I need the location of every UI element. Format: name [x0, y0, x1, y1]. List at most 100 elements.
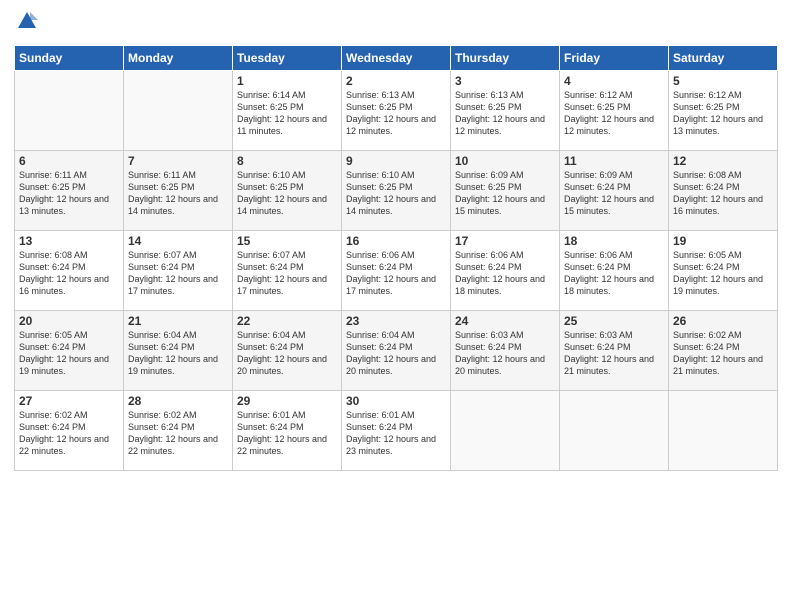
- day-info: Sunrise: 6:07 AM Sunset: 6:24 PM Dayligh…: [237, 249, 337, 298]
- col-header-sunday: Sunday: [15, 46, 124, 71]
- calendar-week-row: 27Sunrise: 6:02 AM Sunset: 6:24 PM Dayli…: [15, 391, 778, 471]
- day-info: Sunrise: 6:09 AM Sunset: 6:24 PM Dayligh…: [564, 169, 664, 218]
- day-info: Sunrise: 6:04 AM Sunset: 6:24 PM Dayligh…: [128, 329, 228, 378]
- calendar-table: SundayMondayTuesdayWednesdayThursdayFrid…: [14, 45, 778, 471]
- day-number: 4: [564, 74, 664, 88]
- day-number: 14: [128, 234, 228, 248]
- calendar-cell: 15Sunrise: 6:07 AM Sunset: 6:24 PM Dayli…: [233, 231, 342, 311]
- day-number: 19: [673, 234, 773, 248]
- day-info: Sunrise: 6:12 AM Sunset: 6:25 PM Dayligh…: [673, 89, 773, 138]
- calendar-cell: 17Sunrise: 6:06 AM Sunset: 6:24 PM Dayli…: [451, 231, 560, 311]
- calendar-cell: 22Sunrise: 6:04 AM Sunset: 6:24 PM Dayli…: [233, 311, 342, 391]
- day-info: Sunrise: 6:10 AM Sunset: 6:25 PM Dayligh…: [346, 169, 446, 218]
- calendar-cell: 16Sunrise: 6:06 AM Sunset: 6:24 PM Dayli…: [342, 231, 451, 311]
- day-number: 16: [346, 234, 446, 248]
- col-header-monday: Monday: [124, 46, 233, 71]
- day-number: 15: [237, 234, 337, 248]
- calendar-cell: 7Sunrise: 6:11 AM Sunset: 6:25 PM Daylig…: [124, 151, 233, 231]
- day-info: Sunrise: 6:06 AM Sunset: 6:24 PM Dayligh…: [346, 249, 446, 298]
- day-info: Sunrise: 6:05 AM Sunset: 6:24 PM Dayligh…: [19, 329, 119, 378]
- calendar-cell: 12Sunrise: 6:08 AM Sunset: 6:24 PM Dayli…: [669, 151, 778, 231]
- day-info: Sunrise: 6:03 AM Sunset: 6:24 PM Dayligh…: [455, 329, 555, 378]
- day-number: 26: [673, 314, 773, 328]
- day-info: Sunrise: 6:02 AM Sunset: 6:24 PM Dayligh…: [128, 409, 228, 458]
- calendar-cell: 5Sunrise: 6:12 AM Sunset: 6:25 PM Daylig…: [669, 71, 778, 151]
- day-number: 3: [455, 74, 555, 88]
- day-number: 7: [128, 154, 228, 168]
- calendar-cell: 9Sunrise: 6:10 AM Sunset: 6:25 PM Daylig…: [342, 151, 451, 231]
- day-info: Sunrise: 6:11 AM Sunset: 6:25 PM Dayligh…: [128, 169, 228, 218]
- day-info: Sunrise: 6:14 AM Sunset: 6:25 PM Dayligh…: [237, 89, 337, 138]
- calendar-cell: 18Sunrise: 6:06 AM Sunset: 6:24 PM Dayli…: [560, 231, 669, 311]
- day-number: 5: [673, 74, 773, 88]
- day-info: Sunrise: 6:04 AM Sunset: 6:24 PM Dayligh…: [237, 329, 337, 378]
- day-info: Sunrise: 6:02 AM Sunset: 6:24 PM Dayligh…: [19, 409, 119, 458]
- day-number: 22: [237, 314, 337, 328]
- day-number: 24: [455, 314, 555, 328]
- day-number: 20: [19, 314, 119, 328]
- calendar-cell: 24Sunrise: 6:03 AM Sunset: 6:24 PM Dayli…: [451, 311, 560, 391]
- day-number: 28: [128, 394, 228, 408]
- calendar-header-row: SundayMondayTuesdayWednesdayThursdayFrid…: [15, 46, 778, 71]
- day-number: 1: [237, 74, 337, 88]
- calendar-cell: 20Sunrise: 6:05 AM Sunset: 6:24 PM Dayli…: [15, 311, 124, 391]
- day-info: Sunrise: 6:12 AM Sunset: 6:25 PM Dayligh…: [564, 89, 664, 138]
- calendar-cell: 21Sunrise: 6:04 AM Sunset: 6:24 PM Dayli…: [124, 311, 233, 391]
- day-info: Sunrise: 6:04 AM Sunset: 6:24 PM Dayligh…: [346, 329, 446, 378]
- day-info: Sunrise: 6:06 AM Sunset: 6:24 PM Dayligh…: [564, 249, 664, 298]
- day-info: Sunrise: 6:06 AM Sunset: 6:24 PM Dayligh…: [455, 249, 555, 298]
- col-header-saturday: Saturday: [669, 46, 778, 71]
- logo-icon: [16, 10, 38, 32]
- day-number: 10: [455, 154, 555, 168]
- calendar-cell: 13Sunrise: 6:08 AM Sunset: 6:24 PM Dayli…: [15, 231, 124, 311]
- day-info: Sunrise: 6:01 AM Sunset: 6:24 PM Dayligh…: [346, 409, 446, 458]
- calendar-week-row: 6Sunrise: 6:11 AM Sunset: 6:25 PM Daylig…: [15, 151, 778, 231]
- calendar-cell: 3Sunrise: 6:13 AM Sunset: 6:25 PM Daylig…: [451, 71, 560, 151]
- day-number: 12: [673, 154, 773, 168]
- day-number: 29: [237, 394, 337, 408]
- calendar-week-row: 20Sunrise: 6:05 AM Sunset: 6:24 PM Dayli…: [15, 311, 778, 391]
- day-info: Sunrise: 6:03 AM Sunset: 6:24 PM Dayligh…: [564, 329, 664, 378]
- calendar-cell: 26Sunrise: 6:02 AM Sunset: 6:24 PM Dayli…: [669, 311, 778, 391]
- day-info: Sunrise: 6:09 AM Sunset: 6:25 PM Dayligh…: [455, 169, 555, 218]
- day-number: 13: [19, 234, 119, 248]
- col-header-thursday: Thursday: [451, 46, 560, 71]
- day-info: Sunrise: 6:08 AM Sunset: 6:24 PM Dayligh…: [19, 249, 119, 298]
- day-info: Sunrise: 6:11 AM Sunset: 6:25 PM Dayligh…: [19, 169, 119, 218]
- calendar-cell: 11Sunrise: 6:09 AM Sunset: 6:24 PM Dayli…: [560, 151, 669, 231]
- calendar-cell: 23Sunrise: 6:04 AM Sunset: 6:24 PM Dayli…: [342, 311, 451, 391]
- calendar-cell: [669, 391, 778, 471]
- day-info: Sunrise: 6:10 AM Sunset: 6:25 PM Dayligh…: [237, 169, 337, 218]
- logo: [14, 10, 38, 37]
- day-number: 2: [346, 74, 446, 88]
- day-number: 27: [19, 394, 119, 408]
- col-header-tuesday: Tuesday: [233, 46, 342, 71]
- day-number: 23: [346, 314, 446, 328]
- day-info: Sunrise: 6:08 AM Sunset: 6:24 PM Dayligh…: [673, 169, 773, 218]
- day-number: 21: [128, 314, 228, 328]
- day-number: 9: [346, 154, 446, 168]
- day-info: Sunrise: 6:02 AM Sunset: 6:24 PM Dayligh…: [673, 329, 773, 378]
- day-number: 6: [19, 154, 119, 168]
- calendar-cell: 10Sunrise: 6:09 AM Sunset: 6:25 PM Dayli…: [451, 151, 560, 231]
- calendar-cell: 19Sunrise: 6:05 AM Sunset: 6:24 PM Dayli…: [669, 231, 778, 311]
- calendar-cell: [560, 391, 669, 471]
- day-number: 25: [564, 314, 664, 328]
- calendar-cell: 25Sunrise: 6:03 AM Sunset: 6:24 PM Dayli…: [560, 311, 669, 391]
- day-number: 8: [237, 154, 337, 168]
- day-number: 30: [346, 394, 446, 408]
- calendar-cell: 14Sunrise: 6:07 AM Sunset: 6:24 PM Dayli…: [124, 231, 233, 311]
- calendar-cell: 6Sunrise: 6:11 AM Sunset: 6:25 PM Daylig…: [15, 151, 124, 231]
- day-info: Sunrise: 6:07 AM Sunset: 6:24 PM Dayligh…: [128, 249, 228, 298]
- calendar-week-row: 1Sunrise: 6:14 AM Sunset: 6:25 PM Daylig…: [15, 71, 778, 151]
- calendar-cell: 27Sunrise: 6:02 AM Sunset: 6:24 PM Dayli…: [15, 391, 124, 471]
- day-number: 11: [564, 154, 664, 168]
- day-info: Sunrise: 6:01 AM Sunset: 6:24 PM Dayligh…: [237, 409, 337, 458]
- calendar-cell: 29Sunrise: 6:01 AM Sunset: 6:24 PM Dayli…: [233, 391, 342, 471]
- calendar-cell: [451, 391, 560, 471]
- calendar-cell: [124, 71, 233, 151]
- col-header-friday: Friday: [560, 46, 669, 71]
- day-info: Sunrise: 6:13 AM Sunset: 6:25 PM Dayligh…: [346, 89, 446, 138]
- day-info: Sunrise: 6:13 AM Sunset: 6:25 PM Dayligh…: [455, 89, 555, 138]
- day-number: 17: [455, 234, 555, 248]
